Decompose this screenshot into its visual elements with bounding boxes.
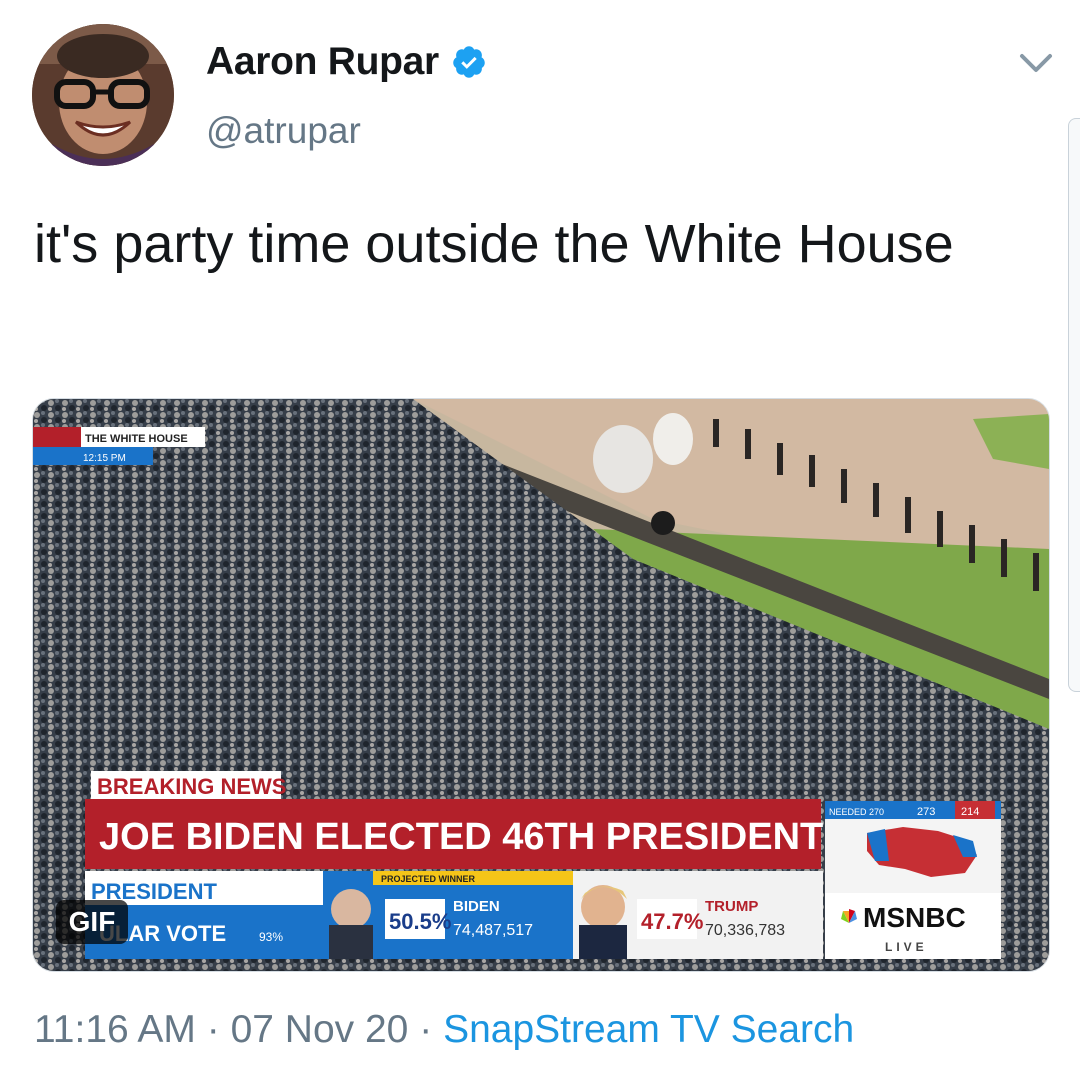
author-handle[interactable]: @atrupar	[206, 110, 361, 152]
map-trump: 214	[961, 806, 979, 818]
footer-separator: ·	[206, 1008, 220, 1051]
live-label: LIVE	[885, 940, 928, 954]
breaking-label: BREAKING NEWS	[97, 774, 286, 799]
tweet-text: it's party time outside the White House	[34, 214, 954, 274]
author-display-name[interactable]: Aaron Rupar	[206, 40, 439, 84]
tweet-media[interactable]: THE WHITE HOUSE 12:15 PM BREAKING NEWS J…	[32, 398, 1050, 972]
tweet-source-link[interactable]: SnapStream TV Search	[443, 1008, 854, 1051]
headline: JOE BIDEN ELECTED 46TH PRESIDENT	[99, 816, 823, 858]
trump-pct: 47.7%	[641, 909, 703, 934]
biden-votes: 74,487,517	[453, 922, 533, 939]
gif-badge: GIF	[56, 900, 128, 944]
verified-badge-icon	[453, 46, 485, 78]
reporting-pct: 93%	[259, 930, 283, 944]
tweet-date[interactable]: 07 Nov 20	[231, 1008, 409, 1051]
chevron-down-icon[interactable]	[1016, 50, 1056, 76]
footer-separator: ·	[419, 1008, 433, 1051]
bug-time: 12:15 PM	[83, 453, 126, 464]
trump-name: TRUMP	[705, 898, 758, 915]
map-biden: 273	[917, 806, 935, 818]
trump-votes: 70,336,783	[705, 922, 785, 939]
avatar-image	[32, 24, 174, 166]
avatar[interactable]	[32, 24, 174, 166]
scrollbar[interactable]	[1068, 118, 1080, 692]
author-name-row[interactable]: Aaron Rupar	[206, 40, 487, 84]
media-image: THE WHITE HOUSE 12:15 PM BREAKING NEWS J…	[33, 399, 1049, 971]
tweet-time[interactable]: 11:16 AM	[34, 1008, 196, 1051]
tweet-footer: 11:16 AM · 07 Nov 20 · SnapStream TV Sea…	[34, 1008, 854, 1052]
bug-title: THE WHITE HOUSE	[85, 433, 188, 445]
biden-flag: PROJECTED WINNER	[381, 874, 476, 884]
biden-pct: 50.5%	[389, 909, 451, 934]
map-header: NEEDED 270	[829, 807, 884, 817]
biden-name: BIDEN	[453, 898, 500, 915]
network-logo: MSNBC	[863, 902, 966, 933]
